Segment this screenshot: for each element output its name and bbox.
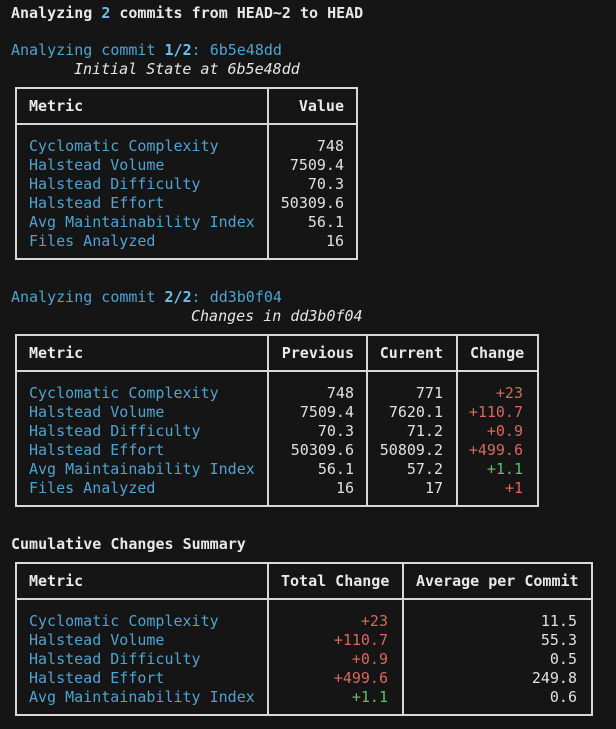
metric-value: 7509.4 (289, 156, 344, 174)
current-value: 17 (424, 479, 443, 497)
metric-name: Halstead Difficulty (29, 175, 201, 193)
commit1-index: 1/2 (164, 41, 192, 59)
change-value: +1 (504, 479, 523, 497)
header-range: commits from HEAD~2 to HEAD (119, 4, 364, 22)
metric-name: Avg Maintainability Index (29, 688, 255, 706)
previous-value: 50309.6 (290, 441, 354, 459)
change-value: +23 (495, 384, 523, 402)
metric-value: 50309.6 (280, 194, 344, 212)
metric-name: Files Analyzed (29, 479, 156, 497)
column-header-average: Average per Commit (416, 572, 579, 590)
metric-name: Halstead Effort (29, 194, 165, 212)
average-value: 0.6 (549, 688, 577, 706)
summary-table: Metric Total Change Average per Commit C… (15, 562, 593, 716)
commit2-index: 2/2 (164, 288, 192, 306)
commit2-label: Analyzing commit (11, 288, 156, 306)
metric-value: 16 (325, 232, 344, 250)
total-change-value: +499.6 (333, 669, 388, 687)
metric-name: Halstead Volume (29, 631, 165, 649)
total-change-value: +0.9 (351, 650, 388, 668)
column-header-metric: Metric (29, 572, 84, 590)
metric-name: Cyclomatic Complexity (29, 137, 219, 155)
previous-value: 748 (326, 384, 354, 402)
current-value: 50809.2 (379, 441, 443, 459)
change-value: +0.9 (486, 422, 523, 440)
average-value: 249.8 (531, 669, 577, 687)
metric-value: 748 (316, 137, 344, 155)
average-value: 11.5 (540, 612, 577, 630)
total-change-value: +110.7 (333, 631, 388, 649)
metric-name: Cyclomatic Complexity (29, 384, 219, 402)
commit2-hash: dd3b0f04 (209, 288, 282, 306)
column-header-previous: Previous (281, 344, 354, 362)
analysis-header: Analyzing 2 commits from HEAD~2 to HEAD (11, 4, 363, 23)
commit2-table: Metric Previous Current Change Cyclomati… (15, 334, 539, 507)
previous-value: 7509.4 (299, 403, 354, 421)
metric-name: Avg Maintainability Index (29, 460, 255, 478)
column-header-metric: Metric (29, 97, 84, 115)
commit1-hash: 6b5e48dd (209, 41, 282, 59)
commit1-label: Analyzing commit (11, 41, 156, 59)
metric-value: 56.1 (307, 213, 344, 231)
metric-name: Files Analyzed (29, 232, 156, 250)
current-value: 57.2 (406, 460, 443, 478)
change-value: +110.7 (468, 403, 523, 421)
previous-value: 70.3 (317, 422, 354, 440)
current-value: 771 (415, 384, 443, 402)
commit-count: 2 (101, 4, 111, 22)
average-value: 55.3 (540, 631, 577, 649)
commit1-sep: : (191, 41, 201, 59)
metric-name: Avg Maintainability Index (29, 213, 255, 231)
summary-title: Cumulative Changes Summary (11, 535, 246, 553)
metric-name: Halstead Difficulty (29, 650, 201, 668)
commit1-table: Metric Value Cyclomatic Complexity 748 Hal… (15, 87, 358, 260)
metric-name: Cyclomatic Complexity (29, 612, 219, 630)
change-value: +1.1 (486, 460, 523, 478)
commit1-heading: Analyzing commit 1/2: 6b5e48dd (11, 41, 282, 60)
commit1-subtitle: Initial State at 6b5e48dd (74, 60, 300, 78)
column-header-current: Current (379, 344, 443, 362)
header-prefix: Analyzing (11, 4, 93, 22)
previous-value: 16 (335, 479, 354, 497)
metric-name: Halstead Effort (29, 669, 165, 687)
current-value: 7620.1 (388, 403, 443, 421)
column-header-change: Change (470, 344, 525, 362)
metric-name: Halstead Volume (29, 156, 165, 174)
previous-value: 56.1 (317, 460, 354, 478)
metric-name: Halstead Volume (29, 403, 165, 421)
metric-name: Halstead Effort (29, 441, 165, 459)
total-change-value: +23 (360, 612, 388, 630)
average-value: 0.5 (549, 650, 577, 668)
commit2-subtitle: Changes in dd3b0f04 (191, 307, 363, 325)
total-change-value: +1.1 (351, 688, 388, 706)
current-value: 71.2 (406, 422, 443, 440)
column-header-metric: Metric (29, 344, 84, 362)
commit2-heading: Analyzing commit 2/2: dd3b0f04 (11, 288, 282, 307)
metric-value: 70.3 (307, 175, 344, 193)
change-value: +499.6 (468, 441, 523, 459)
metric-name: Halstead Difficulty (29, 422, 201, 440)
column-header-total-change: Total Change (281, 572, 390, 590)
column-header-value: Value (298, 97, 344, 115)
commit2-sep: : (191, 288, 201, 306)
